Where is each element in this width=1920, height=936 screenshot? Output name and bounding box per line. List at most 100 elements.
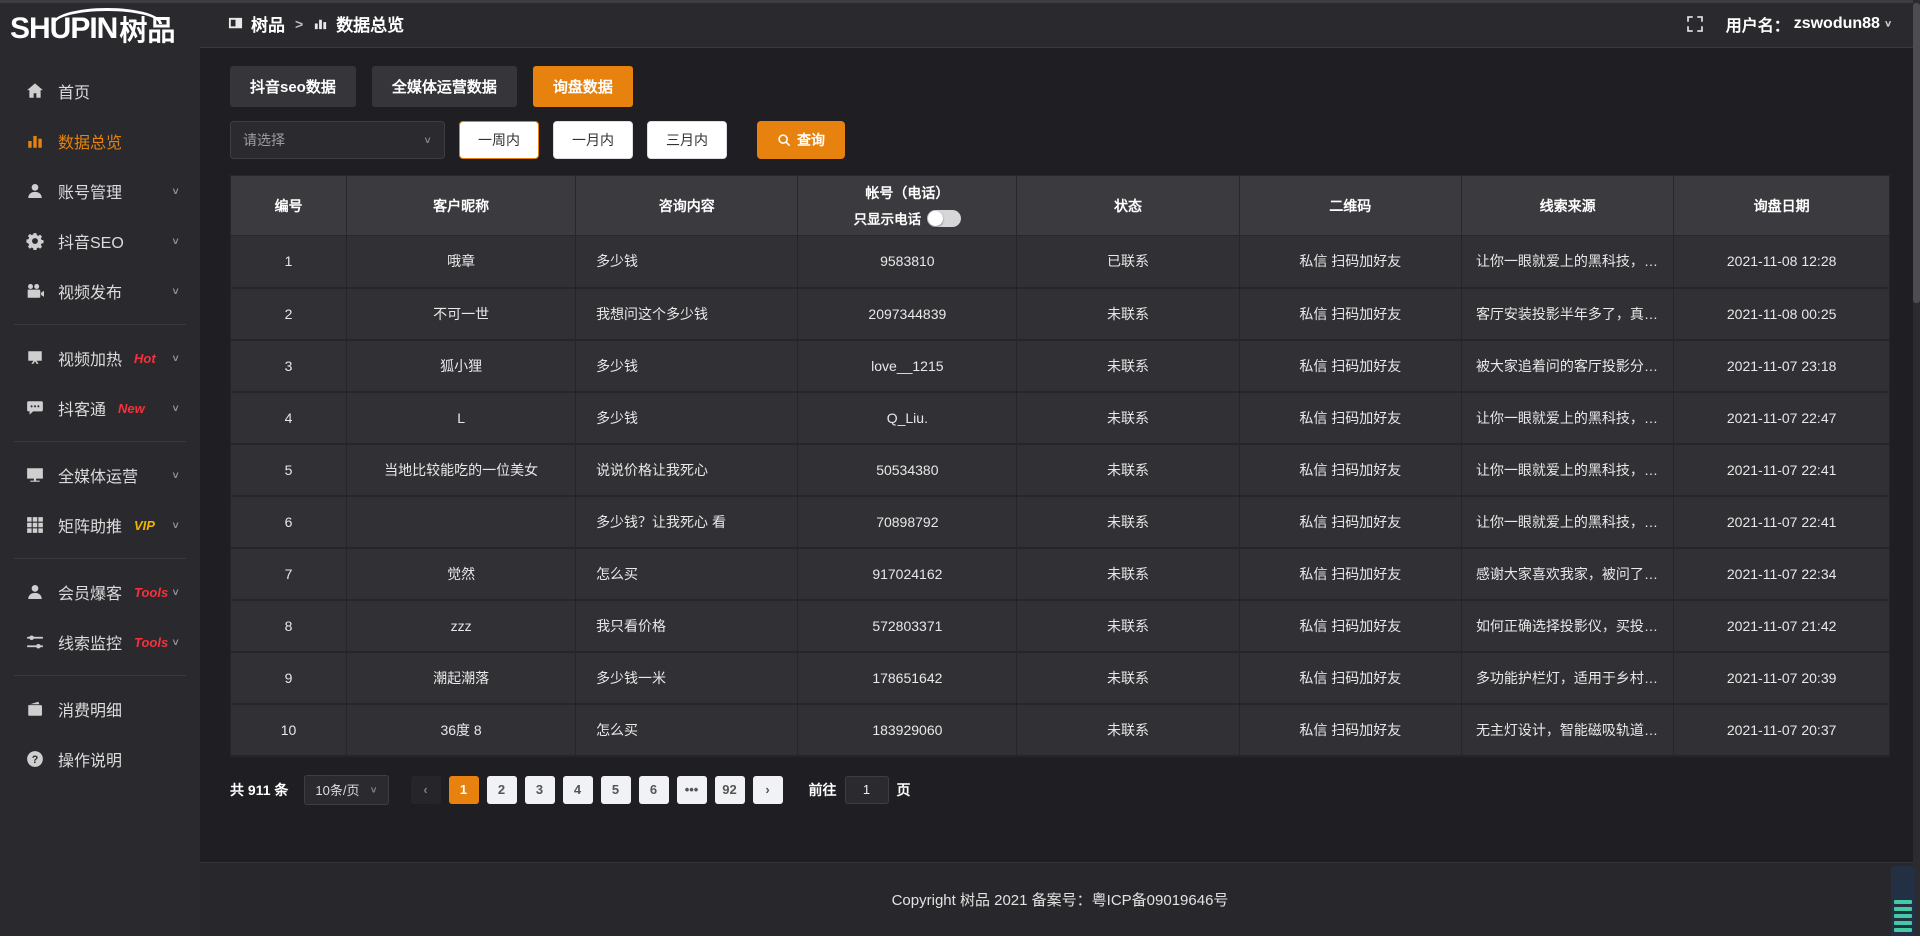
- wallet-icon: [26, 700, 44, 718]
- sidebar-item-member-burst[interactable]: 会员爆客Tools∨: [0, 567, 200, 617]
- page-button-1[interactable]: 1: [449, 776, 479, 804]
- user-menu[interactable]: 用户名： zswodun88 ∨: [1726, 12, 1892, 36]
- cell-qr-links[interactable]: 私信 扫码加好友: [1239, 600, 1461, 652]
- cell-date: 2021-11-07 22:47: [1674, 392, 1890, 444]
- chevron-down-icon: ∨: [171, 519, 180, 530]
- cell-content: 我只看价格: [576, 600, 798, 652]
- cell-source-link[interactable]: 多功能护栏灯，适用于乡村文...: [1461, 652, 1673, 704]
- cell-status: 未联系: [1017, 496, 1239, 548]
- page-size-select[interactable]: 10条/页 ∨: [304, 775, 388, 805]
- tab-1[interactable]: 全媒体运营数据: [372, 66, 517, 107]
- chevron-down-icon: ∨: [171, 235, 180, 246]
- cell-date: 2021-11-07 20:39: [1674, 652, 1890, 704]
- sidebar-divider: [14, 441, 186, 442]
- grid-icon: [26, 516, 44, 534]
- cell-no: 3: [231, 340, 347, 392]
- scrollbar-thumb[interactable]: [1913, 3, 1920, 303]
- monitor-icon: [26, 466, 44, 484]
- sidebar-item-video-publish[interactable]: 视频发布∨: [0, 266, 200, 316]
- cell-content: 多少钱？让我死心 看: [576, 496, 798, 548]
- page-button-4[interactable]: 4: [563, 776, 593, 804]
- sidebar-item-label: 会员爆客: [58, 580, 122, 604]
- table-row: 2不可一世我想问这个多少钱2097344839未联系私信 扫码加好友客厅安装投影…: [231, 288, 1890, 340]
- page-button-2[interactable]: 2: [487, 776, 517, 804]
- inquiry-table: 编号客户昵称咨询内容帐号（电话）只显示电话状态二维码线索来源询盘日期 1哦章多少…: [230, 175, 1890, 757]
- cell-qr-links[interactable]: 私信 扫码加好友: [1239, 392, 1461, 444]
- cell-source-link[interactable]: 让你一眼就爱上的黑科技，能...: [1461, 392, 1673, 444]
- cell-status: 未联系: [1017, 652, 1239, 704]
- tab-2[interactable]: 询盘数据: [533, 66, 633, 107]
- question-circle-icon: ?: [26, 750, 44, 768]
- page-button-6[interactable]: 6: [639, 776, 669, 804]
- cell-qr-links[interactable]: 私信 扫码加好友: [1239, 236, 1461, 288]
- column-header-3: 帐号（电话）只显示电话: [798, 176, 1017, 236]
- chevron-down-icon: ∨: [171, 285, 180, 296]
- cell-source-link[interactable]: 感谢大家喜欢我家，被问了好...: [1461, 548, 1673, 600]
- cell-source-link[interactable]: 无主灯设计，智能磁吸轨道灯...: [1461, 704, 1673, 756]
- cell-qr-links[interactable]: 私信 扫码加好友: [1239, 652, 1461, 704]
- sidebar-item-leads-monitor[interactable]: 线索监控Tools∨: [0, 617, 200, 667]
- cell-qr-links[interactable]: 私信 扫码加好友: [1239, 340, 1461, 392]
- jump-page-input[interactable]: [845, 776, 889, 804]
- fullscreen-icon[interactable]: [1686, 15, 1704, 33]
- sidebar-item-douketong[interactable]: 抖客通New∨: [0, 383, 200, 433]
- topbar: 树品 > 数据总览 用户名： zswodun88 ∨: [200, 0, 1920, 48]
- prev-page-button[interactable]: ‹: [411, 776, 441, 804]
- sidebar-item-data-overview[interactable]: 数据总览: [0, 116, 200, 166]
- cell-source-link[interactable]: 被大家追着问的客厅投影分享...: [1461, 340, 1673, 392]
- filter-select[interactable]: 请选择 ∨: [230, 121, 445, 159]
- page-button-5[interactable]: 5: [601, 776, 631, 804]
- cell-date: 2021-11-08 00:25: [1674, 288, 1890, 340]
- tab-0[interactable]: 抖音seo数据: [230, 66, 356, 107]
- chevron-down-icon: ∨: [1884, 18, 1892, 28]
- cell-qr-links[interactable]: 私信 扫码加好友: [1239, 444, 1461, 496]
- cell-qr-links[interactable]: 私信 扫码加好友: [1239, 704, 1461, 756]
- sidebar-item-home[interactable]: 首页: [0, 66, 200, 116]
- breadcrumb-root[interactable]: 树品: [251, 11, 285, 36]
- sidebar-item-label: 全媒体运营: [58, 463, 138, 487]
- bar-chart-icon: [26, 132, 44, 150]
- cell-qr-links[interactable]: 私信 扫码加好友: [1239, 548, 1461, 600]
- cell-nickname: 不可一世: [347, 288, 576, 340]
- sidebar-item-consume-detail[interactable]: 消费明细: [0, 684, 200, 734]
- page-button-92[interactable]: 92: [715, 776, 745, 804]
- corner-widget[interactable]: [1891, 866, 1915, 936]
- search-button[interactable]: 查询: [757, 121, 845, 159]
- cell-source-link[interactable]: 如何正确选择投影仪，买投影...: [1461, 600, 1673, 652]
- sidebar-item-badge: Tools: [134, 635, 168, 650]
- sidebar-item-matrix-boost[interactable]: 矩阵助推VIP∨: [0, 500, 200, 550]
- next-page-button[interactable]: ›: [753, 776, 783, 804]
- cell-account: 183929060: [798, 704, 1017, 756]
- cell-qr-links[interactable]: 私信 扫码加好友: [1239, 288, 1461, 340]
- sidebar-item-douyin-seo[interactable]: 抖音SEO∨: [0, 216, 200, 266]
- cell-nickname: 狐小狸: [347, 340, 576, 392]
- sidebar-item-label: 账号管理: [58, 179, 122, 203]
- range-button-2[interactable]: 三月内: [647, 121, 727, 159]
- cell-source-link[interactable]: 让你一眼就爱上的黑科技，能...: [1461, 496, 1673, 548]
- range-button-1[interactable]: 一月内: [553, 121, 633, 159]
- chevron-down-icon: ∨: [171, 636, 180, 647]
- chevron-down-icon: ∨: [423, 134, 432, 145]
- page-jump: 前往 页: [809, 776, 911, 804]
- sidebar-item-help[interactable]: ?操作说明: [0, 734, 200, 784]
- cell-account: 572803371: [798, 600, 1017, 652]
- cell-source-link[interactable]: 客厅安装投影半年多了，真实...: [1461, 288, 1673, 340]
- page-scrollbar[interactable]: [1913, 0, 1920, 936]
- cell-content: 多少钱一米: [576, 652, 798, 704]
- cell-source-link[interactable]: 让你一眼就爱上的黑科技，能...: [1461, 444, 1673, 496]
- cell-status: 未联系: [1017, 340, 1239, 392]
- sidebar-item-account-mgmt[interactable]: 账号管理∨: [0, 166, 200, 216]
- chevron-down-icon: ∨: [171, 402, 180, 413]
- cell-source-link[interactable]: 让你一眼就爱上的黑科技，能...: [1461, 236, 1673, 288]
- table-row: 9潮起潮落多少钱一米178651642未联系私信 扫码加好友多功能护栏灯，适用于…: [231, 652, 1890, 704]
- phone-only-toggle[interactable]: [927, 210, 961, 227]
- cell-account: love__1215: [798, 340, 1017, 392]
- cell-nickname: zzz: [347, 600, 576, 652]
- sidebar-item-video-heat[interactable]: 视频加热Hot∨: [0, 333, 200, 383]
- page-ellipsis-button[interactable]: •••: [677, 776, 707, 804]
- sidebar-item-media-ops[interactable]: 全媒体运营∨: [0, 450, 200, 500]
- sidebar-item-label: 视频加热: [58, 346, 122, 370]
- cell-qr-links[interactable]: 私信 扫码加好友: [1239, 496, 1461, 548]
- range-button-0[interactable]: 一周内: [459, 121, 539, 159]
- page-button-3[interactable]: 3: [525, 776, 555, 804]
